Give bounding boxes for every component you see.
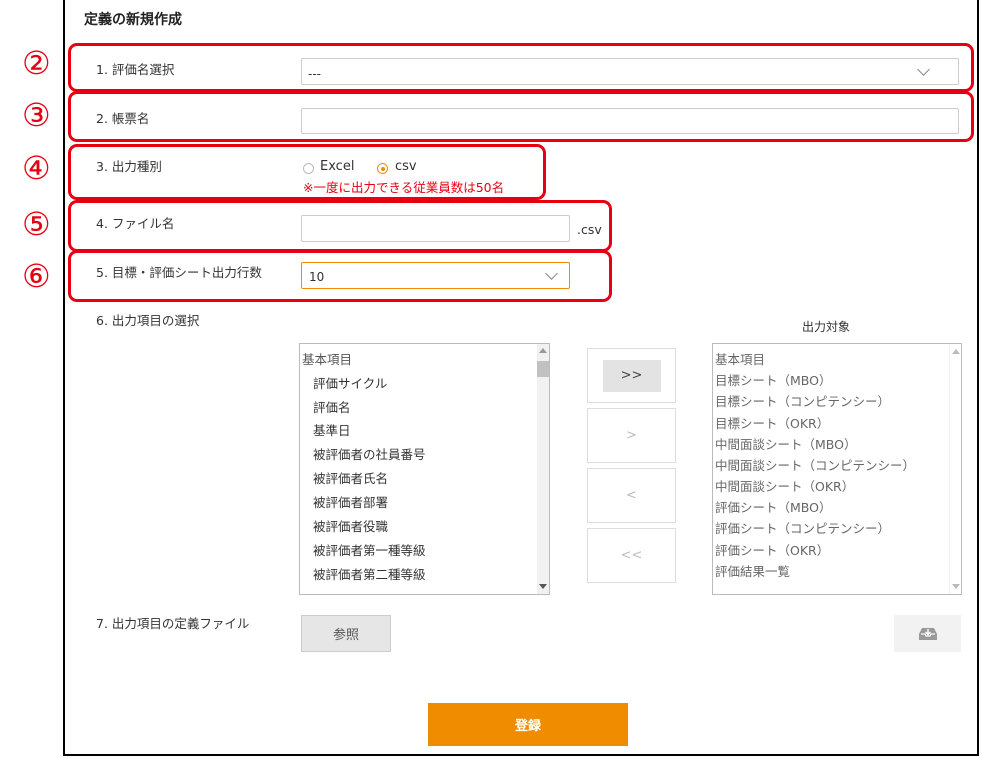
list-item[interactable]: 目標シート（MBO） [715, 370, 831, 389]
submit-button[interactable]: 登録 [428, 703, 628, 746]
list-item[interactable]: 評価サイクル [313, 373, 387, 392]
list-item[interactable]: 被評価者第一種等級 [313, 540, 426, 559]
annotation-box-6 [68, 250, 612, 302]
list-item[interactable]: 評価結果一覧 [715, 561, 790, 580]
list-item[interactable]: 基本項目 [715, 349, 765, 368]
annotation-box-5 [68, 200, 612, 252]
items-label: 6. 出力項目の選択 [96, 313, 200, 328]
scroll-down-icon [539, 584, 547, 589]
list-item[interactable]: 評価シート（OKR） [715, 540, 829, 559]
list-item[interactable]: 中間面談シート（コンピテンシー） [715, 455, 915, 474]
def-file-label: 7. 出力項目の定義ファイル [96, 616, 250, 631]
scroll-thumb[interactable] [537, 361, 549, 377]
list-item[interactable]: 評価シート（コンピテンシー） [715, 518, 890, 537]
add-all-button[interactable]: >> [587, 348, 676, 403]
selected-items-list[interactable]: 基本項目 目標シート（MBO） 目標シート（コンピテンシー） 目標シート（OKR… [712, 343, 962, 595]
annotation-number: ④ [22, 149, 51, 187]
annotation-number: ⑤ [22, 205, 51, 243]
add-button[interactable]: > [587, 408, 676, 463]
remove-button[interactable]: < [587, 468, 676, 523]
list-item[interactable]: 被評価者の社員番号 [313, 444, 426, 463]
list-item[interactable]: 評価名 [313, 397, 351, 416]
annotation-box-4 [68, 144, 546, 200]
list-item[interactable]: 被評価者第二種等級 [313, 564, 426, 583]
list-item[interactable]: 中間面談シート（MBO） [715, 434, 856, 453]
list-item[interactable]: 目標シート（OKR） [715, 413, 829, 432]
list-item[interactable]: 評価シート（MBO） [715, 497, 831, 516]
annotation-number: ③ [22, 96, 51, 134]
scrollbar[interactable] [537, 344, 549, 594]
remove-all-button[interactable]: << [587, 528, 676, 583]
list-group-header: 基本項目 [302, 352, 353, 367]
list-item[interactable]: 中間面談シート（OKR） [715, 476, 854, 495]
browse-button[interactable]: 参照 [301, 615, 391, 652]
list-item[interactable]: 被評価者部署 [313, 492, 388, 511]
download-icon [918, 627, 937, 640]
scrollbar[interactable] [949, 344, 961, 594]
scroll-up-icon [952, 349, 960, 354]
annotation-number: ⑥ [22, 257, 51, 295]
scroll-up-icon [539, 348, 547, 353]
target-list-label: 出力対象 [802, 320, 851, 334]
annotation-box-3 [68, 91, 974, 142]
available-items-list[interactable]: 基本項目 評価サイクル 評価名 基準日 被評価者の社員番号 被評価者氏名 被評価… [299, 343, 550, 595]
list-item[interactable]: 基準日 [313, 420, 351, 439]
page-title: 定義の新規作成 [84, 12, 182, 28]
scroll-down-icon [952, 584, 960, 589]
download-button[interactable] [894, 615, 961, 652]
list-item[interactable]: 目標シート（コンピテンシー） [715, 391, 890, 410]
annotation-number: ② [22, 44, 51, 82]
annotation-box-2 [68, 43, 974, 92]
list-item[interactable]: 被評価者役職 [313, 516, 388, 535]
list-item[interactable]: 被評価者氏名 [313, 468, 388, 487]
